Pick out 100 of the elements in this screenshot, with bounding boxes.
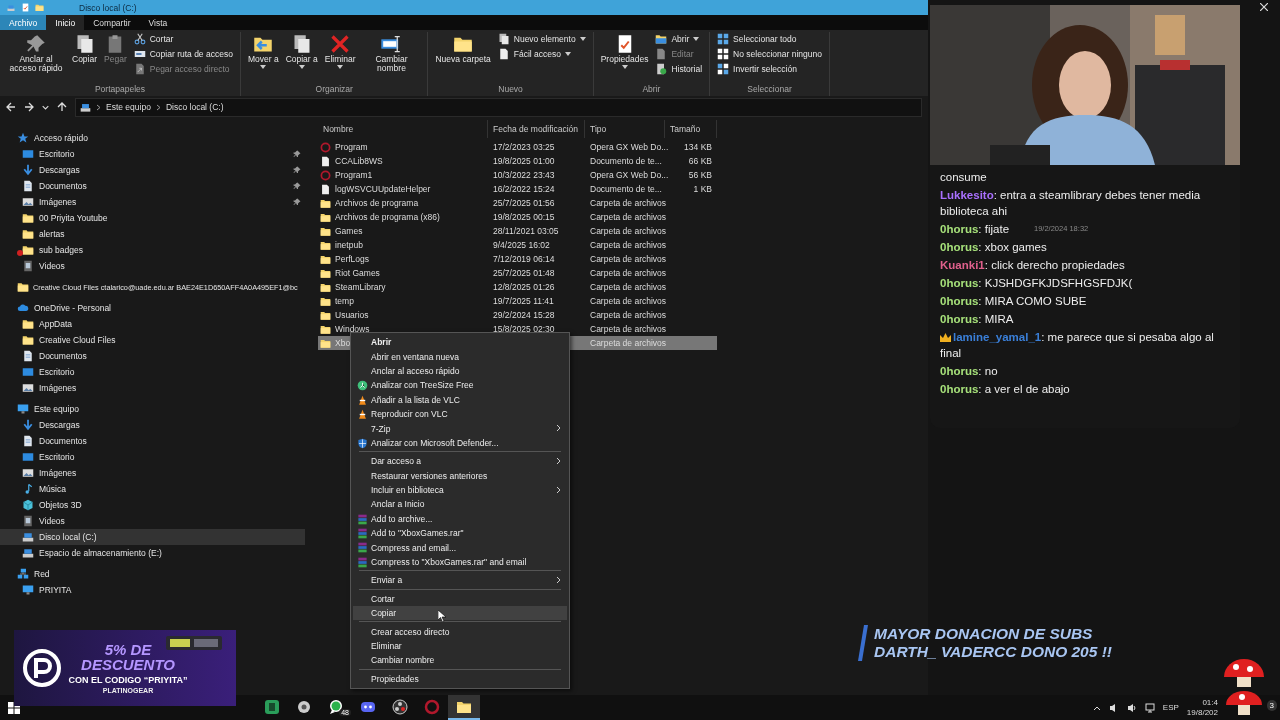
file-row[interactable]: Games 28/11/2021 03:05 Carpeta de archivos <box>318 224 717 238</box>
sidebar-item[interactable]: AppData <box>0 316 305 332</box>
ribbon-button[interactable]: Propiedades <box>598 32 651 84</box>
sidebar-item[interactable]: Escritorio <box>0 364 305 380</box>
sidebar-item[interactable]: Imágenes <box>0 465 305 481</box>
file-row[interactable]: Program 17/2/2023 03:25 Opera GX Web Do... 134 KB <box>318 140 717 154</box>
sidebar-item[interactable]: Red <box>0 566 305 582</box>
menu-item[interactable]: Reproducir con VLC <box>353 406 567 422</box>
menu-item[interactable]: Cortar <box>353 591 567 607</box>
sidebar-item[interactable]: Documentos <box>0 433 305 449</box>
file-row[interactable]: Archivos de programa 25/7/2025 01:56 Carpeta de archivos <box>318 196 717 210</box>
sidebar-item[interactable]: Espacio de almacenamiento (E:) <box>0 545 305 561</box>
menu-item[interactable]: Compress and email... <box>353 540 567 555</box>
ribbon-button[interactable]: Cambiar nombre <box>360 32 423 84</box>
menu-item[interactable]: Anclar al acceso rápido <box>353 363 567 379</box>
sidebar-item[interactable]: Videos <box>0 258 305 274</box>
sidebar-item[interactable]: OneDrive - Personal <box>0 300 305 316</box>
sidebar-item[interactable]: Creative Cloud Files <box>0 332 305 348</box>
menu-item[interactable]: Restaurar versiones anteriores <box>353 468 567 483</box>
up-button[interactable] <box>57 102 67 112</box>
sidebar-item[interactable]: Escritorio <box>0 449 305 465</box>
file-row[interactable]: SteamLibrary 12/8/2025 01:26 Carpeta de archivos <box>318 280 717 294</box>
file-row[interactable]: PerfLogs 7/12/2019 06:14 Carpeta de archivos <box>318 252 717 266</box>
file-row[interactable]: logWSVCUUpdateHelper 16/2/2022 15:24 Documento de te... 1 KB <box>318 182 717 196</box>
sidebar-item[interactable]: alertas <box>0 226 305 242</box>
ribbon-tab[interactable]: Archivo <box>0 15 47 30</box>
back-button[interactable] <box>6 102 16 112</box>
ribbon-button[interactable]: Copiar ruta de acceso <box>131 47 235 61</box>
chevron-up-icon[interactable] <box>1092 704 1101 711</box>
sidebar-item[interactable]: Imágenes <box>0 380 305 396</box>
menu-item[interactable]: Anclar a Inicio <box>353 497 567 512</box>
menu-item[interactable]: Abrir <box>353 335 567 350</box>
column-header[interactable]: Fecha de modificación <box>488 120 585 138</box>
menu-item[interactable]: Add to archive... <box>353 511 567 527</box>
menu-item[interactable]: Add to "XboxGames.rar" <box>353 526 567 541</box>
clock[interactable]: 01:4 19/8/202 <box>1186 697 1218 718</box>
breadcrumb[interactable]: Este equipo <box>106 102 151 112</box>
ribbon-button[interactable]: Copiar <box>70 32 100 84</box>
menu-item[interactable]: Crear acceso directo <box>353 624 567 639</box>
ribbon-button[interactable]: Seleccionar todo <box>715 32 824 46</box>
menu-item[interactable]: Eliminar <box>353 638 567 654</box>
menu-item[interactable]: Añadir a la lista de VLC <box>353 392 567 407</box>
file-row[interactable]: temp 19/7/2025 11:41 Carpeta de archivos <box>318 294 717 308</box>
menu-item[interactable]: Cambiar nombre <box>353 653 567 668</box>
menu-item[interactable]: Copiar <box>353 606 567 621</box>
sidebar-item[interactable]: Videos <box>0 513 305 529</box>
sidebar-item[interactable]: 00 Priyita Youtube <box>0 210 305 226</box>
menu-item[interactable]: Compress to "XboxGames.rar" and email <box>353 554 567 570</box>
properties-icon[interactable] <box>21 3 30 12</box>
ribbon-button[interactable]: Anclar al acceso rápido <box>5 32 67 84</box>
ribbon-button[interactable]: Cortar <box>131 32 235 46</box>
ribbon-button[interactable]: No seleccionar ninguno <box>715 47 824 61</box>
ribbon-button[interactable]: Abrir <box>653 32 705 46</box>
menu-item[interactable]: 7-Zip <box>353 421 567 436</box>
ribbon-tab[interactable]: Inicio <box>46 15 85 30</box>
sidebar-item[interactable]: Este equipo <box>0 401 305 417</box>
column-header[interactable]: Tamaño <box>665 120 717 138</box>
file-row[interactable]: Usuarios 29/2/2024 15:28 Carpeta de archivos <box>318 308 717 322</box>
ribbon-button[interactable]: Eliminar <box>322 32 358 84</box>
sidebar-item[interactable]: Documentos <box>0 178 305 194</box>
file-row[interactable]: CCALib8WS 19/8/2025 01:00 Documento de te... 66 KB <box>318 154 717 168</box>
sidebar-item[interactable]: Descargas <box>0 417 305 433</box>
menu-item[interactable]: Propiedades <box>353 671 567 686</box>
ribbon-button[interactable]: Historial <box>653 62 705 76</box>
menu-item[interactable]: Dar acceso a <box>353 454 567 469</box>
ribbon-button[interactable]: Fácil acceso <box>495 47 588 61</box>
ribbon-button[interactable]: Copiar a <box>283 32 320 84</box>
network-icon[interactable] <box>1144 702 1155 713</box>
sidebar-item[interactable]: Acceso rápido <box>0 130 305 146</box>
sidebar-item[interactable]: Objetos 3D <box>0 497 305 513</box>
close-icon[interactable] <box>1260 3 1268 11</box>
ribbon-tab[interactable]: Compartir <box>84 15 140 30</box>
sidebar-item[interactable]: Documentos <box>0 348 305 364</box>
menu-item[interactable]: Incluir en biblioteca <box>353 482 567 498</box>
ribbon-button[interactable]: Invertir selección <box>715 62 824 76</box>
menu-item[interactable]: Analizar con Microsoft Defender... <box>353 435 567 451</box>
file-row[interactable]: inetpub 9/4/2025 16:02 Carpeta de archivos <box>318 238 717 252</box>
ribbon-button[interactable]: Nueva carpeta <box>433 32 493 84</box>
file-row[interactable]: Riot Games 25/7/2025 01:48 Carpeta de archivos <box>318 266 717 280</box>
sidebar-item[interactable]: Música <box>0 481 305 497</box>
column-header[interactable]: Nombre <box>318 120 488 138</box>
menu-item[interactable]: Enviar a <box>353 573 567 588</box>
language-indicator[interactable]: ESP <box>1162 703 1179 712</box>
sidebar-item[interactable]: Escritorio <box>0 146 305 162</box>
sidebar-item[interactable]: PRIYITA <box>0 582 305 598</box>
forward-button[interactable] <box>24 102 34 112</box>
column-header[interactable]: Tipo <box>585 120 665 138</box>
file-row[interactable]: Archivos de programa (x86) 19/8/2025 00:15 Carpeta de archivos <box>318 210 717 224</box>
ribbon-button[interactable]: Mover a <box>245 32 281 84</box>
history-dropdown[interactable] <box>42 103 49 111</box>
breadcrumb[interactable]: Disco local (C:) <box>165 102 224 112</box>
sidebar-item[interactable]: Disco local (C:) <box>0 529 305 545</box>
ribbon-button[interactable]: Nuevo elemento <box>495 32 588 46</box>
sidebar-item[interactable]: Imágenes <box>0 194 305 210</box>
address-bar[interactable]: Este equipo Disco local (C:) <box>75 97 922 117</box>
file-row[interactable]: Windows 15/8/2025 02:30 Carpeta de archivos <box>318 322 717 336</box>
menu-item[interactable]: Analizar con TreeSize Free <box>353 378 567 393</box>
menu-item[interactable]: Abrir en ventana nueva <box>353 349 567 364</box>
taskbar-app[interactable] <box>448 695 480 720</box>
sidebar-item[interactable]: sub badges <box>0 242 305 258</box>
